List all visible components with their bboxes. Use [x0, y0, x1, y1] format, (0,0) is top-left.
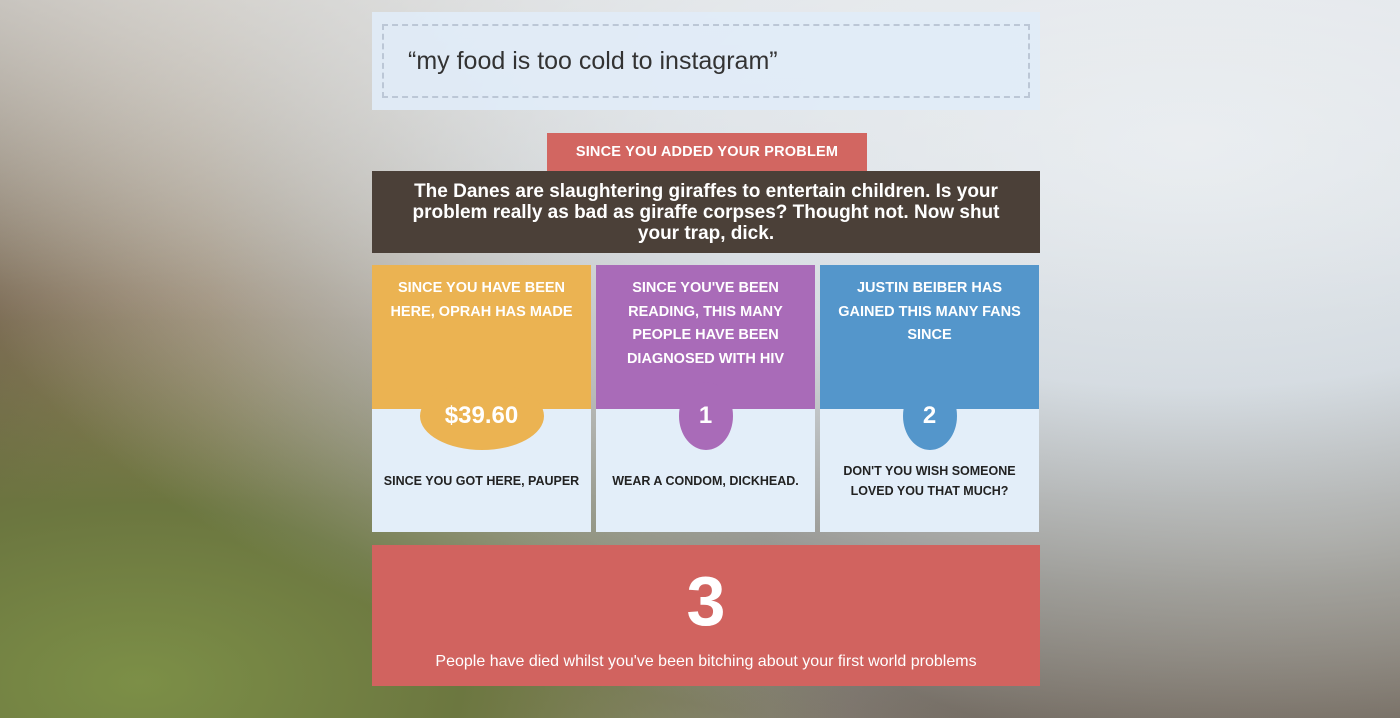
problem-quote[interactable]: “my food is too cold to instagram”: [382, 24, 1030, 98]
card-caption: WEAR A CONDOM, DICKHEAD.: [612, 474, 799, 488]
card-caption: SINCE YOU GOT HERE, PAUPER: [383, 474, 580, 488]
card-value: 1: [678, 382, 733, 450]
card-value: 2: [902, 382, 957, 450]
deaths-panel: 3 People have died whilst you've been bi…: [372, 545, 1040, 686]
card-caption: DON'T YOU WISH SOMEONE LOVED YOU THAT MU…: [843, 464, 1016, 498]
headline: The Danes are slaughtering giraffes to e…: [372, 171, 1040, 253]
problem-input-panel: “my food is too cold to instagram”: [372, 12, 1040, 110]
deaths-text: People have died whilst you've been bitc…: [435, 653, 977, 670]
oprah-card: SINCE YOU HAVE BEEN HERE, OPRAH HAS MADE…: [372, 265, 591, 532]
beiber-card: JUSTIN BEIBER HAS GAINED THIS MANY FANS …: [820, 265, 1039, 532]
deaths-count: 3: [686, 562, 726, 640]
hiv-card: SINCE YOU'VE BEEN READING, THIS MANY PEO…: [596, 265, 815, 532]
since-added-tag: SINCE YOU ADDED YOUR PROBLEM: [547, 133, 867, 171]
card-value: $39.60: [419, 382, 544, 450]
